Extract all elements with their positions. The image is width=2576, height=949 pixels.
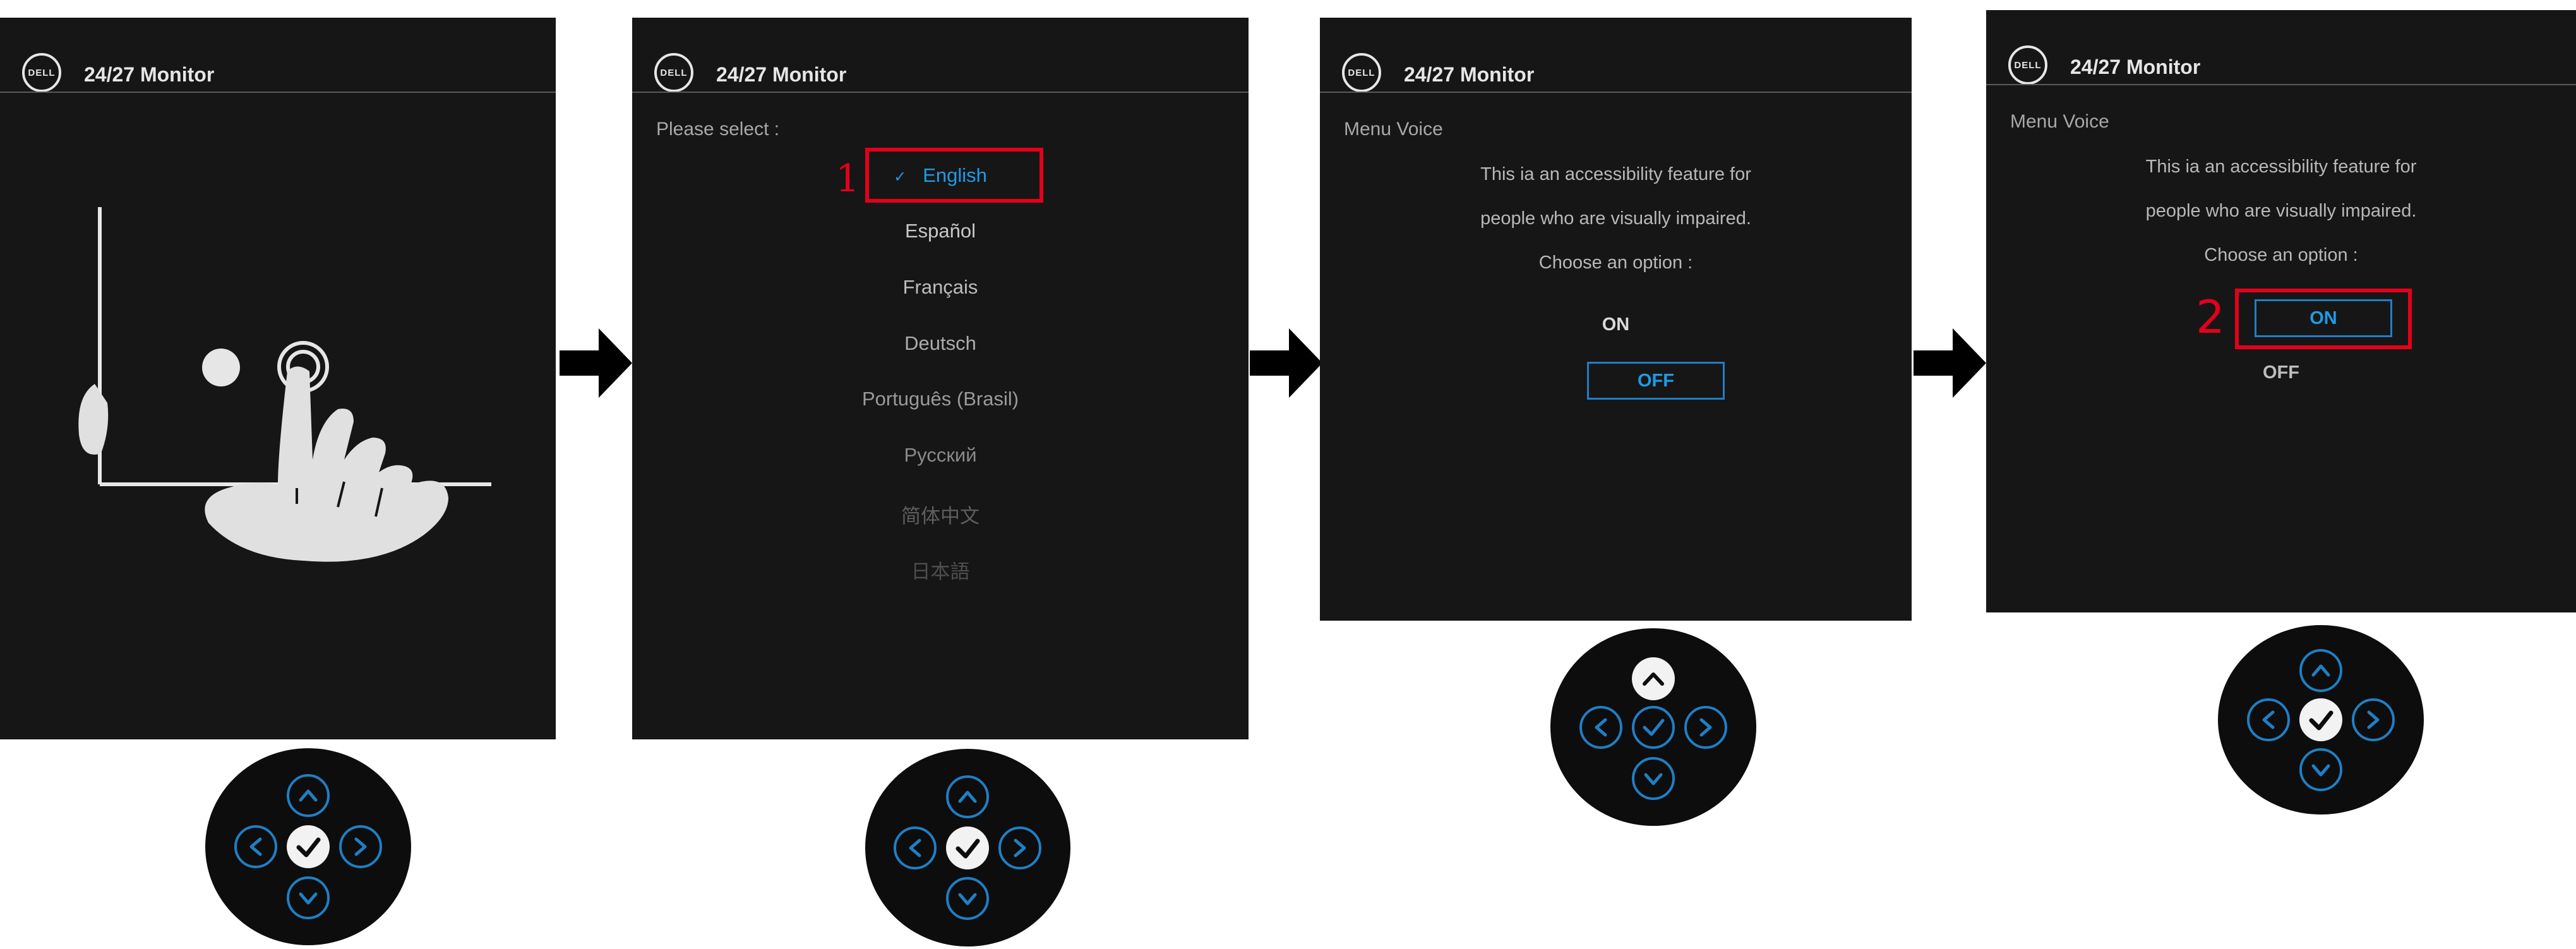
right-arrow-icon xyxy=(1914,328,1986,398)
step-marker: 2 xyxy=(2196,290,2225,343)
joystick-icon xyxy=(1550,628,1756,826)
language-item[interactable]: Português (Brasil) xyxy=(632,388,1249,410)
osd-header: DELL 24/27 Monitor xyxy=(1986,10,2576,86)
language-item[interactable]: Español xyxy=(632,220,1249,242)
language-item[interactable]: 简体中文 xyxy=(632,500,1249,528)
dell-logo: DELL xyxy=(654,53,693,92)
hand-press-illustration xyxy=(78,207,491,562)
description-line: Choose an option : xyxy=(1538,253,1693,273)
description-line: This ia an accessibility feature for xyxy=(1480,164,1751,184)
joystick-icon xyxy=(865,749,1070,946)
osd-header: DELL 24/27 Monitor xyxy=(632,18,1249,93)
menu-voice-label: Menu Voice xyxy=(2010,111,2109,132)
language-prompt: Please select : xyxy=(656,119,780,140)
dell-logo: DELL xyxy=(1342,53,1381,92)
language-item[interactable]: Deutsch xyxy=(632,332,1249,355)
option-off[interactable]: OFF xyxy=(1986,362,2576,383)
osd-panel-welcome: DELL 24/27 Monitor xyxy=(0,18,556,739)
language-item[interactable]: Русский xyxy=(632,444,1249,467)
language-item[interactable]: 日本語 xyxy=(632,556,1249,584)
right-arrow-icon xyxy=(560,328,632,398)
option-on[interactable]: ON xyxy=(1320,314,1912,335)
description-line: Choose an option : xyxy=(2204,245,2358,265)
osd-panel-language: DELL 24/27 Monitor Please select : ✓ Engl… xyxy=(632,18,1249,739)
highlight-box xyxy=(865,148,1043,203)
osd-panel-menu-voice: DELL 24/27 Monitor Menu Voice This ia an… xyxy=(1320,18,1912,621)
dell-logo: DELL xyxy=(2008,45,2047,85)
menu-voice-label: Menu Voice xyxy=(1344,119,1443,140)
description-line: people who are visually impaired. xyxy=(2145,201,2417,221)
highlight-box xyxy=(2235,289,2412,349)
right-arrow-icon xyxy=(1250,328,1322,398)
step-marker: 1 xyxy=(836,157,860,201)
description-line: This ia an accessibility feature for xyxy=(2145,157,2417,177)
language-item[interactable]: Français xyxy=(632,276,1249,299)
description-line: people who are visually impaired. xyxy=(1480,208,1751,229)
osd-header: DELL 24/27 Monitor xyxy=(1320,18,1912,93)
header-divider xyxy=(632,92,1249,93)
joystick-icon xyxy=(205,748,411,945)
joystick-icon xyxy=(2218,625,2424,815)
header-divider xyxy=(1986,84,2576,85)
option-off-selected[interactable]: OFF xyxy=(1587,362,1725,400)
header-divider xyxy=(1320,92,1912,93)
osd-title: 24/27 Monitor xyxy=(716,63,847,86)
osd-panel-menu-voice: DELL 24/27 Monitor Menu Voice This ia an… xyxy=(1986,10,2576,612)
osd-title: 24/27 Monitor xyxy=(1404,63,1535,86)
osd-title: 24/27 Monitor xyxy=(2070,56,2201,78)
